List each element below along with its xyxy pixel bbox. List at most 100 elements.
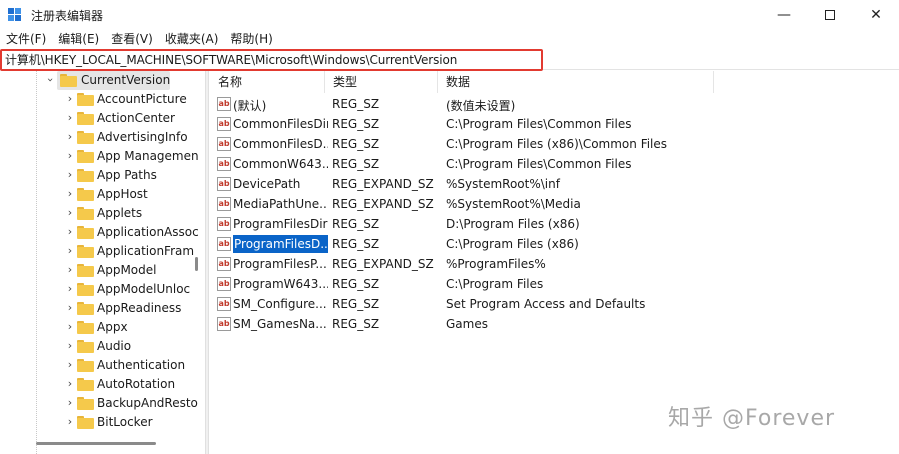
chevron-right-icon[interactable]: ›	[64, 358, 76, 372]
folder-icon	[77, 416, 94, 429]
column-header-data[interactable]: 数据	[438, 71, 714, 93]
chevron-right-icon[interactable]: ›	[64, 92, 76, 106]
value-name: CommonW643...	[233, 157, 328, 171]
tree-horizontal-scrollbar[interactable]	[36, 442, 156, 445]
pane-splitter[interactable]	[205, 71, 209, 454]
chevron-right-icon[interactable]: ›	[64, 225, 76, 239]
value-type: REG_SZ	[332, 277, 380, 291]
tree-item-label: AppReadiness	[97, 301, 182, 315]
string-value-icon: ab	[217, 157, 231, 171]
folder-icon	[77, 112, 94, 125]
tree-item[interactable]: › BackupAndResto	[0, 394, 198, 413]
value-row[interactable]: ab CommonW643... REG_SZ C:\Program Files\Co…	[210, 154, 899, 174]
tree-item[interactable]: › AutoRotation	[0, 375, 196, 394]
tree-item-label: AutoRotation	[97, 377, 176, 391]
value-data: C:\Program Files (x86)	[446, 237, 579, 251]
value-row[interactable]: ab ProgramW643... REG_SZ C:\Program Files	[210, 274, 899, 294]
tree-item[interactable]: › Authentication	[0, 356, 196, 375]
tree-item[interactable]: › ApplicationAssoc	[0, 223, 199, 242]
chevron-right-icon[interactable]: ›	[64, 187, 76, 201]
value-data: (数值未设置)	[446, 99, 516, 113]
folder-icon	[60, 74, 77, 87]
chevron-right-icon[interactable]: ›	[64, 206, 76, 220]
tree-item-label: Applets	[97, 206, 143, 220]
string-value-icon: ab	[217, 177, 231, 191]
menu-view[interactable]: 查看(V)	[105, 30, 159, 48]
tree-item[interactable]: › AdvertisingInfo	[0, 128, 196, 147]
minimize-button[interactable]: —	[761, 0, 807, 30]
value-row[interactable]: ab ProgramFilesP... REG_EXPAND_SZ %ProgramF…	[210, 254, 899, 274]
value-row[interactable]: ab DevicePath REG_EXPAND_SZ %SystemRoot%\in…	[210, 174, 899, 194]
tree-item[interactable]: › AccountPicture	[0, 90, 196, 109]
chevron-right-icon[interactable]: ›	[64, 396, 76, 410]
menu-help[interactable]: 帮助(H)	[224, 30, 278, 48]
close-icon: ✕	[870, 7, 882, 23]
value-row[interactable]: ab SM_Configure... REG_SZ Set Program Acces…	[210, 294, 899, 314]
tree-item[interactable]: › Audio	[0, 337, 196, 356]
tree-item[interactable]: › ApplicationFram	[0, 242, 196, 261]
value-row[interactable]: ab CommonFilesD... REG_SZ C:\Program Files …	[210, 134, 899, 154]
value-type: REG_SZ	[332, 237, 380, 251]
tree-item[interactable]: › BitLocker	[0, 413, 196, 432]
chevron-right-icon[interactable]: ›	[64, 168, 76, 182]
string-value-icon: ab	[217, 277, 231, 291]
maximize-button[interactable]	[807, 0, 853, 30]
chevron-right-icon[interactable]: ›	[64, 149, 76, 163]
value-row[interactable]: ab SM_GamesNa... REG_SZ Games	[210, 314, 899, 334]
tree-item[interactable]: › App Paths	[0, 166, 196, 185]
value-name: MediaPathUne...	[233, 197, 328, 211]
tree-item-label: AdvertisingInfo	[97, 130, 188, 144]
tree-item[interactable]: › Applets	[0, 204, 196, 223]
folder-icon	[77, 150, 94, 163]
menu-bar: 文件(F) 编辑(E) 查看(V) 收藏夹(A) 帮助(H)	[0, 30, 899, 48]
folder-icon	[77, 397, 94, 410]
close-button[interactable]: ✕	[853, 0, 899, 30]
tree-item-label: AppHost	[97, 187, 148, 201]
value-row[interactable]: ab ProgramFilesDir REG_SZ D:\Program Files …	[210, 214, 899, 234]
value-row[interactable]: ab MediaPathUne... REG_EXPAND_SZ %SystemRoo…	[210, 194, 899, 214]
menu-edit[interactable]: 编辑(E)	[52, 30, 105, 48]
folder-icon	[77, 378, 94, 391]
address-bar[interactable]: 计算机\HKEY_LOCAL_MACHINE\SOFTWARE\Microsof…	[0, 48, 899, 71]
tree-item[interactable]: › App Managemen	[0, 147, 199, 166]
tree-item[interactable]: › AppReadiness	[0, 299, 196, 318]
string-value-icon: ab	[217, 317, 231, 331]
string-value-icon: ab	[217, 197, 231, 211]
address-path[interactable]: 计算机\HKEY_LOCAL_MACHINE\SOFTWARE\Microsof…	[5, 51, 457, 68]
tree-item[interactable]: › AppModelUnloc	[0, 280, 196, 299]
tree-item[interactable]: › AppModel	[0, 261, 196, 280]
tree-item[interactable]: › Appx	[0, 318, 196, 337]
chevron-down-icon[interactable]: ›	[43, 74, 57, 86]
chevron-right-icon[interactable]: ›	[64, 130, 76, 144]
chevron-right-icon[interactable]: ›	[64, 244, 76, 258]
tree-item-currentversion[interactable]: › CurrentVersion	[0, 71, 196, 90]
folder-icon	[77, 93, 94, 106]
key-tree-pane[interactable]: › CurrentVersion › AccountPicture › ActionC…	[0, 71, 204, 454]
column-header-type[interactable]: 类型	[325, 71, 438, 93]
chevron-right-icon[interactable]: ›	[64, 415, 76, 429]
value-row[interactable]: ab ProgramFilesD... REG_SZ C:\Program Files…	[210, 234, 899, 254]
chevron-right-icon[interactable]: ›	[64, 111, 76, 125]
tree-item[interactable]: › ActionCenter	[0, 109, 196, 128]
value-name: DevicePath	[233, 177, 301, 191]
value-row[interactable]: ab CommonFilesDir REG_SZ C:\Program Files\C…	[210, 114, 899, 134]
string-value-icon: ab	[217, 97, 231, 111]
chevron-right-icon[interactable]: ›	[64, 377, 76, 391]
values-pane[interactable]: 名称 类型 数据 ab (默认) REG_SZ (数值未设置) ab CommonFile…	[210, 71, 899, 454]
chevron-right-icon[interactable]: ›	[64, 339, 76, 353]
value-row[interactable]: ab (默认) REG_SZ (数值未设置)	[210, 94, 899, 114]
tree-item-label: BitLocker	[97, 415, 153, 429]
menu-favorites[interactable]: 收藏夹(A)	[159, 30, 225, 48]
folder-icon	[77, 226, 94, 239]
chevron-right-icon[interactable]: ›	[64, 282, 76, 296]
chevron-right-icon[interactable]: ›	[64, 301, 76, 315]
chevron-right-icon[interactable]: ›	[64, 320, 76, 334]
chevron-right-icon[interactable]: ›	[64, 263, 76, 277]
tree-item-label: ActionCenter	[97, 111, 175, 125]
column-header-name[interactable]: 名称	[210, 71, 325, 93]
tree-item-label: AccountPicture	[97, 92, 187, 106]
tree-item[interactable]: › AppHost	[0, 185, 196, 204]
menu-file[interactable]: 文件(F)	[0, 30, 52, 48]
value-name: ProgramW643...	[233, 277, 328, 291]
value-data: Set Program Access and Defaults	[446, 297, 646, 311]
